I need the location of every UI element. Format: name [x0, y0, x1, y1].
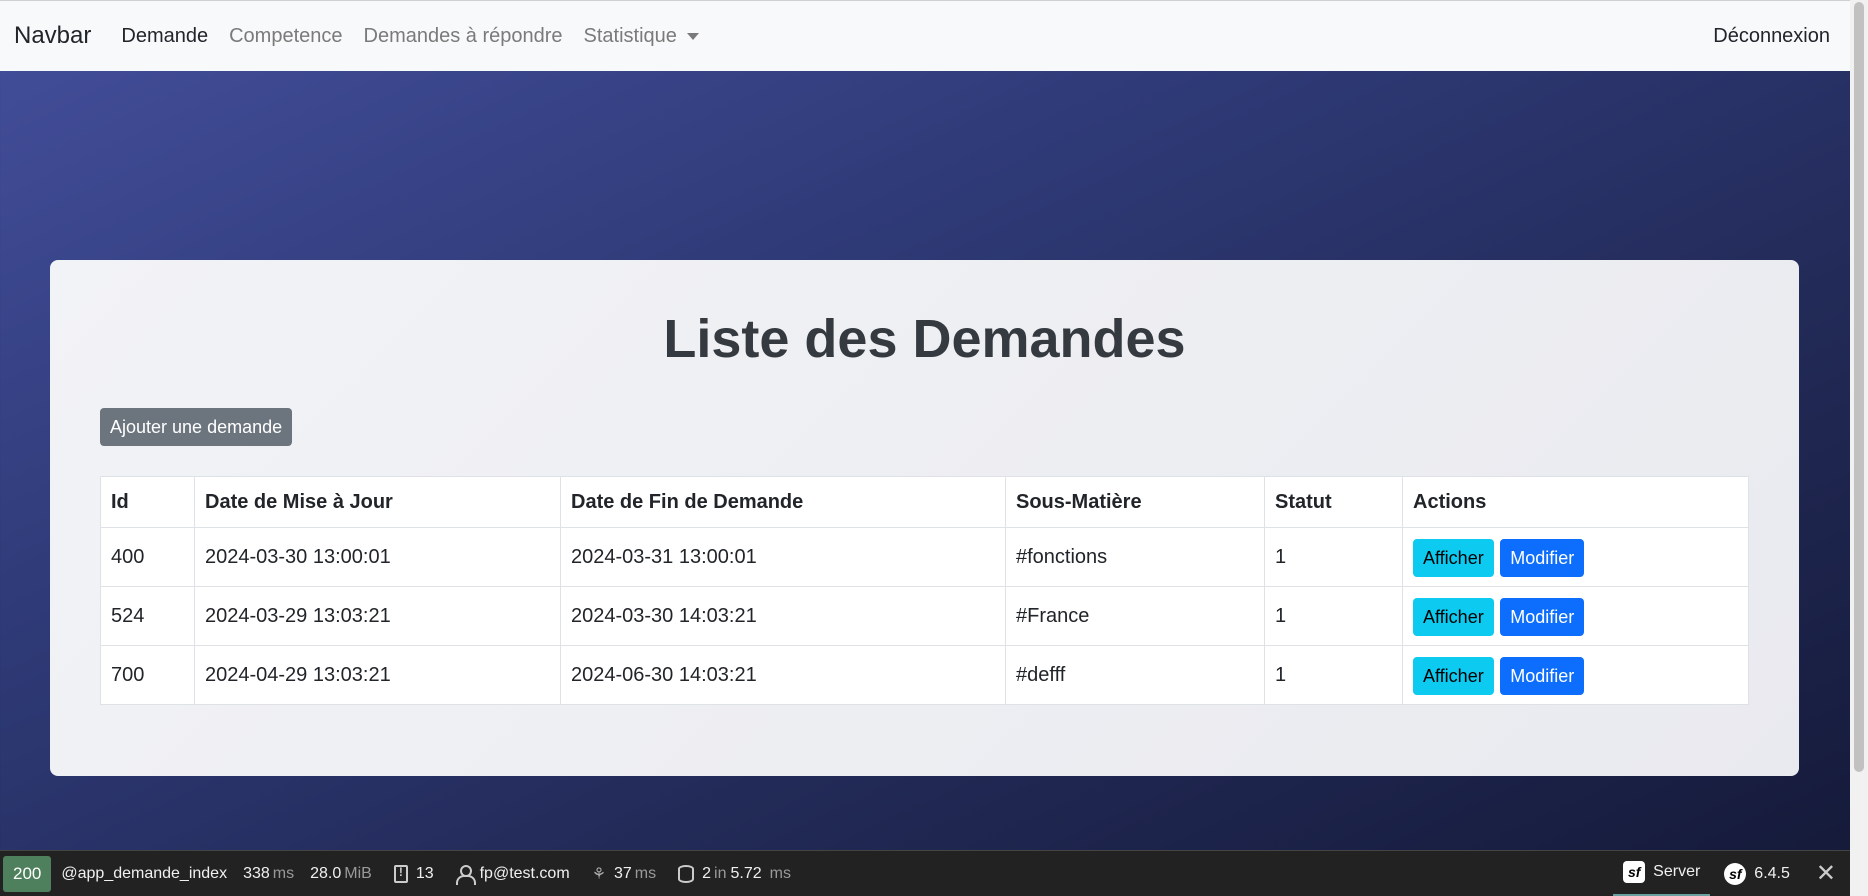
request-time[interactable]: 338 ms: [243, 865, 294, 883]
cell-statut: 1: [1264, 586, 1403, 646]
caret-down-icon: [686, 32, 699, 40]
show-button[interactable]: Afficher: [1413, 657, 1494, 695]
scrollbar-thumb[interactable]: [1854, 2, 1864, 772]
table-header-row: Id Date de Mise à Jour Date de Fin de De…: [100, 476, 1749, 528]
twig-time-unit: ms: [634, 864, 657, 882]
cell-statut: 1: [1264, 645, 1403, 705]
close-icon[interactable]: ✕: [1816, 859, 1836, 888]
edit-button[interactable]: Modifier: [1500, 657, 1585, 695]
cell-id: 700: [100, 645, 195, 705]
scrollbar[interactable]: [1850, 0, 1868, 896]
twig-time-value: 37: [614, 864, 632, 882]
nav-dropdown-statistique[interactable]: Statistique: [584, 25, 699, 48]
edit-button[interactable]: Modifier: [1500, 598, 1585, 636]
symfony-logo-icon: sf: [1623, 861, 1646, 883]
show-button[interactable]: Afficher: [1413, 539, 1494, 577]
route-name-text: @app_demande_index: [61, 864, 228, 882]
navbar-brand[interactable]: Navbar: [14, 22, 91, 50]
cell-sous-matiere: #defff: [1005, 645, 1265, 705]
request-time-unit: ms: [272, 864, 295, 882]
symfony-version[interactable]: sf 6.4.5: [1724, 862, 1790, 885]
cell-sous-matiere: #France: [1005, 586, 1265, 646]
db-time-value: 5.72: [730, 864, 762, 882]
column-header-sous-matiere: Sous-Matière: [1005, 476, 1265, 528]
memory-usage-unit: MiB: [344, 864, 372, 882]
demandes-card: Liste des Demandes Ajouter une demande I…: [50, 260, 1799, 776]
user-email: fp@test.com: [479, 864, 570, 882]
memory-usage-value: 28.0: [310, 864, 342, 882]
cell-date-mise-a-jour: 2024-04-29 13:03:21: [194, 645, 561, 705]
column-header-date-mise-a-jour: Date de Mise à Jour: [194, 476, 561, 528]
symfony-version-value: 6.4.5: [1754, 864, 1790, 882]
cell-statut: 1: [1264, 527, 1403, 587]
cell-actions: Afficher Modifier: [1402, 527, 1749, 587]
server-label: Server: [1653, 863, 1701, 880]
add-demande-button[interactable]: Ajouter une demande: [100, 408, 293, 446]
column-header-date-fin: Date de Fin de Demande: [560, 476, 1006, 528]
cell-id: 524: [100, 586, 195, 646]
memory-usage[interactable]: 28.0 MiB: [310, 865, 372, 883]
cell-date-mise-a-jour: 2024-03-30 13:00:01: [194, 527, 561, 587]
nav-link-competence[interactable]: Competence: [229, 25, 342, 48]
logs-count-value: 13: [415, 864, 434, 882]
column-header-id: Id: [100, 476, 195, 528]
page-title: Liste des Demandes: [663, 309, 1186, 369]
show-button[interactable]: Afficher: [1413, 598, 1494, 636]
twig-leaf-icon: ⚘: [591, 865, 606, 883]
nav-link-demande[interactable]: Demande: [121, 25, 208, 48]
db-time-unit: ms: [769, 864, 791, 882]
status-code-badge[interactable]: 200: [3, 855, 52, 892]
log-file-icon: [393, 864, 408, 883]
request-time-value: 338: [243, 864, 270, 882]
cell-sous-matiere: #fonctions: [1005, 527, 1265, 587]
logout-link[interactable]: Déconnexion: [1713, 25, 1830, 48]
nav-link-demandes-a-repondre[interactable]: Demandes à répondre: [364, 25, 563, 48]
cell-actions: Afficher Modifier: [1402, 645, 1749, 705]
cell-date-mise-a-jour: 2024-03-29 13:03:21: [194, 586, 561, 646]
column-header-actions: Actions: [1402, 476, 1749, 528]
cell-date-fin: 2024-03-31 13:00:01: [560, 527, 1006, 587]
database-icon: [678, 864, 695, 883]
demandes-table: Id Date de Mise à Jour Date de Fin de De…: [100, 476, 1749, 705]
db-in-label: in: [714, 864, 727, 882]
nav-dropdown-statistique-label: Statistique: [583, 24, 677, 47]
navbar: Navbar Demande Competence Demandes à rép…: [0, 0, 1850, 71]
cell-actions: Afficher Modifier: [1402, 586, 1749, 646]
cell-date-fin: 2024-03-30 14:03:21: [560, 586, 1006, 646]
server-info[interactable]: sf Server: [1613, 851, 1711, 896]
symfony-round-logo-icon: sf: [1724, 862, 1747, 885]
table-row: 524 2024-03-29 13:03:21 2024-03-30 14:03…: [100, 586, 1749, 646]
edit-button[interactable]: Modifier: [1500, 539, 1585, 577]
database-info[interactable]: 2 in 5.72 ms: [678, 864, 791, 883]
route-name[interactable]: @app_demande_index: [61, 865, 227, 883]
logs-count[interactable]: 13: [393, 864, 434, 883]
cell-id: 400: [100, 527, 195, 587]
user-icon: [455, 864, 476, 885]
user-info[interactable]: fp@test.com: [455, 864, 570, 885]
table-row: 700 2024-04-29 13:03:21 2024-06-30 14:03…: [100, 645, 1749, 705]
debug-toolbar: 200 @app_demande_index 338 ms 28.0 MiB 1…: [0, 850, 1850, 896]
table-row: 400 2024-03-30 13:00:01 2024-03-31 13:00…: [100, 527, 1749, 587]
db-queries-count: 2: [702, 864, 712, 882]
cell-date-fin: 2024-06-30 14:03:21: [560, 645, 1006, 705]
column-header-statut: Statut: [1264, 476, 1403, 528]
twig-time[interactable]: ⚘ 37 ms: [592, 864, 656, 884]
